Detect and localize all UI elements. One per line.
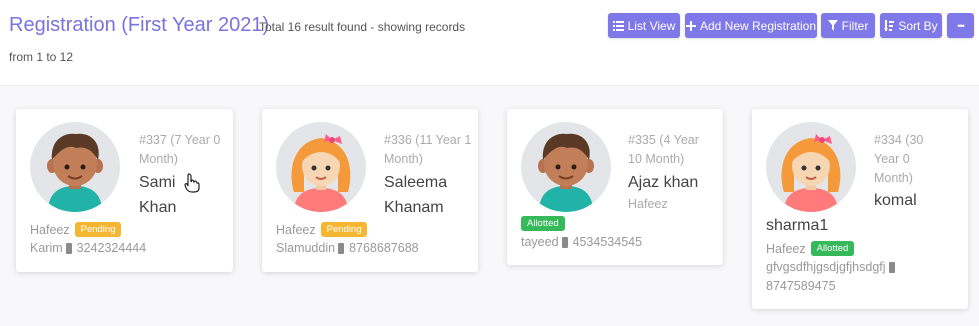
girl-avatar-icon [766, 122, 856, 212]
registration-meta: #334 (30 Year 0 Month) [874, 133, 924, 185]
contact-row: Karim 3242324444 [30, 241, 146, 255]
phone-icon [65, 242, 72, 254]
add-registration-button[interactable]: Add New Registration [685, 13, 817, 38]
registration-meta: #336 (11 Year 1 Month) [384, 133, 472, 166]
registration-card[interactable]: #335 (4 Year 10 Month) Ajaz khan Hafeez … [507, 109, 723, 265]
parent-row: Hafeez Pending [276, 222, 368, 237]
parent-row: Hafeez Allotted [766, 241, 855, 256]
status-row: Allotted [521, 216, 565, 231]
status-badge: Allotted [810, 241, 855, 256]
filter-label: Filter [841, 18, 869, 33]
registration-meta: #335 (4 Year 10 Month) [628, 133, 699, 166]
result-summary: Total 16 result found - showing records [259, 20, 466, 34]
phone-icon [888, 261, 895, 273]
contact-row: tayeed 4534534545 [521, 235, 642, 249]
status-badge: Allotted [521, 216, 565, 231]
student-name[interactable]: Saleema Khanam [384, 170, 474, 220]
registration-card[interactable]: #336 (11 Year 1 Month) Saleema Khanam Ha… [262, 109, 478, 272]
parent-row: Hafeez Pending [30, 222, 122, 237]
student-name-last[interactable]: sharma1 [766, 213, 828, 238]
student-name[interactable]: Ajaz khan [628, 170, 718, 195]
phone-icon [338, 242, 345, 254]
add-registration-label: Add New Registration [699, 18, 817, 33]
more-options-button[interactable]: ••• [947, 13, 974, 38]
parent-name: Hafeez [30, 222, 70, 237]
status-badge: Pending [74, 222, 122, 237]
student-name-first[interactable]: komal [874, 188, 917, 213]
sort-by-label: Sort By [898, 18, 938, 33]
contact-row: gfvgsdfhjgsdjgfjhsdgfj [766, 260, 897, 274]
plus-icon [685, 20, 696, 31]
contact-phone: 3242324444 [76, 241, 147, 255]
sort-icon [884, 20, 895, 31]
hand-cursor-icon [184, 173, 200, 193]
registration-meta: #337 (7 Year 0 Month) [139, 133, 221, 166]
contact-row: Slamuddin 8768687688 [276, 241, 419, 255]
boy-avatar-icon [521, 122, 611, 212]
contact-name: tayeed [521, 235, 559, 249]
list-icon [612, 20, 624, 31]
list-view-button[interactable]: List View [608, 13, 680, 38]
parent-name: Hafeez [766, 241, 806, 256]
result-summary-range: from 1 to 12 [9, 50, 74, 64]
page-header: Registration (First Year 2021) Total 16 … [0, 0, 979, 86]
filter-icon [827, 20, 838, 31]
contact-phone: 8768687688 [349, 241, 419, 255]
phone-icon [561, 236, 568, 248]
parent-name: Hafeez [276, 222, 316, 237]
registration-card[interactable]: #334 (30 Year 0 Month) komal sharma1 Haf… [752, 109, 968, 309]
list-view-label: List View [627, 18, 676, 33]
girl-avatar-icon [276, 122, 366, 212]
filter-button[interactable]: Filter [821, 13, 875, 38]
contact-phone: 8747589475 [766, 279, 836, 293]
sort-by-button[interactable]: Sort By [880, 13, 942, 38]
status-badge: Pending [320, 222, 368, 237]
page-title: Registration (First Year 2021) [9, 14, 270, 36]
registration-card[interactable]: #337 (7 Year 0 Month) Sami Khan Hafeez P… [16, 109, 233, 272]
parent-name: Hafeez [628, 197, 668, 211]
boy-avatar-icon [30, 122, 120, 212]
contact-name: gfvgsdfhjgsdjgfjhsdgfj [766, 260, 886, 274]
contact-name: Slamuddin [276, 241, 336, 255]
more-icon: ••• [957, 20, 965, 31]
contact-name: Karim [30, 241, 63, 255]
contact-phone: 4534534545 [572, 235, 643, 249]
